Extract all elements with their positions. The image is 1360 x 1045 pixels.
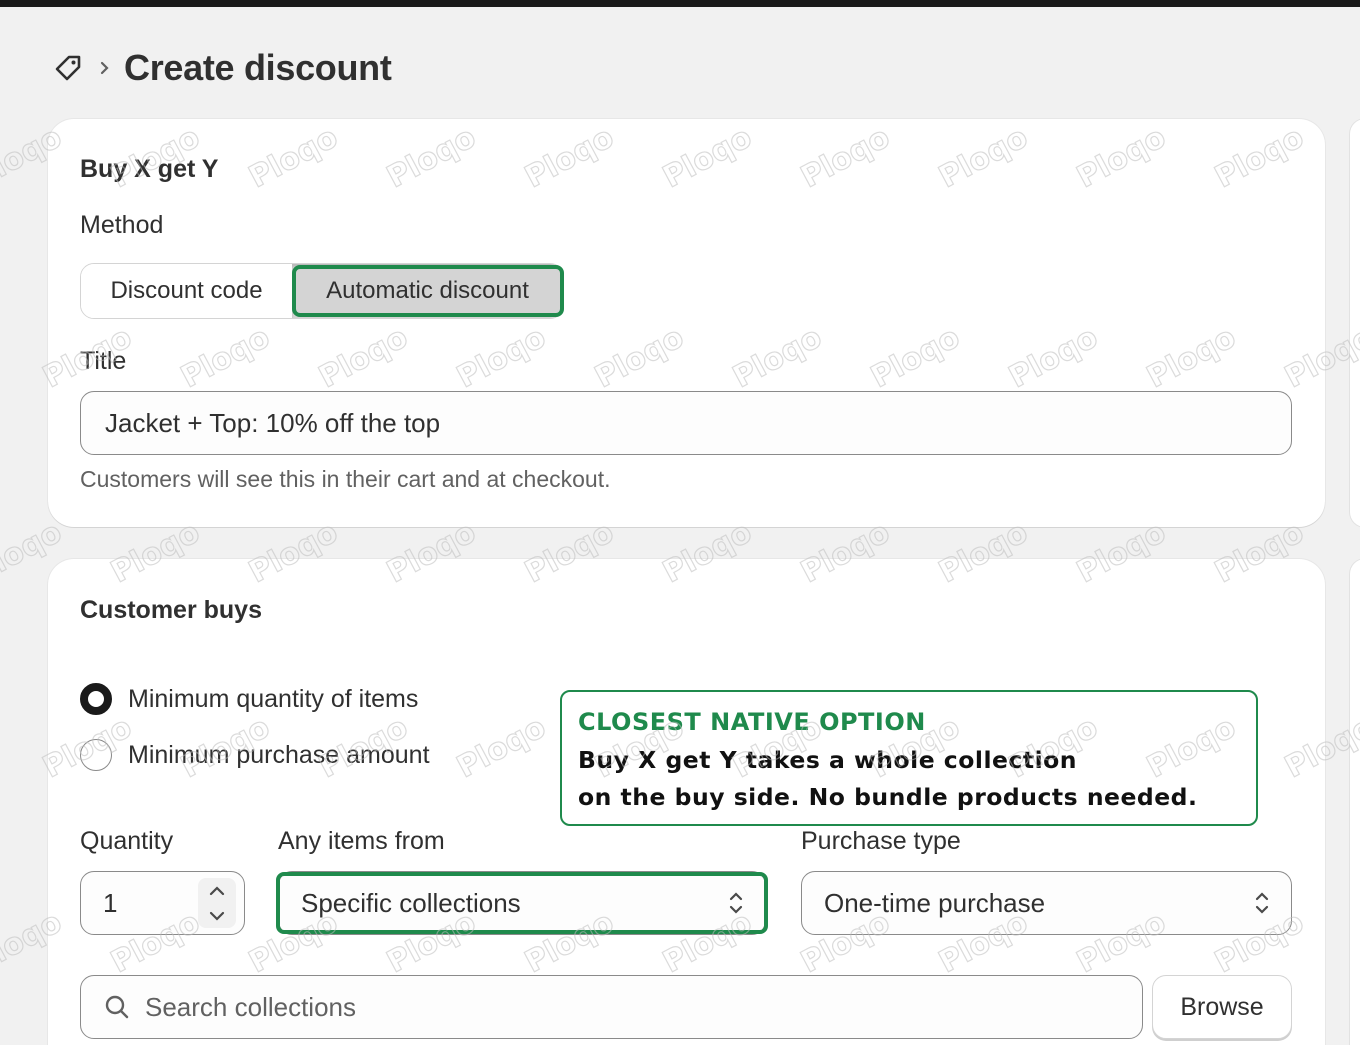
search-placeholder: Search collections [145, 991, 356, 1022]
stepper-controls [198, 878, 236, 928]
page-title: Create discount [124, 47, 392, 88]
adjacent-card [1350, 559, 1360, 1045]
callout-body: Buy X get Y takes a whole collection on … [578, 742, 1240, 816]
automatic-discount-option[interactable]: Automatic discount [292, 264, 563, 318]
items-from-select[interactable]: Specific collections [278, 871, 766, 935]
radio-button[interactable] [80, 739, 112, 771]
callout-line: on the buy side. No bundle products need… [578, 783, 1198, 811]
radio-button-checked[interactable] [80, 683, 112, 715]
select-chevron-icon [729, 892, 743, 914]
top-bar [0, 0, 1360, 7]
title-input[interactable]: Jacket + Top: 10% off the top [80, 391, 1292, 455]
purchase-type-value: One-time purchase [824, 887, 1046, 918]
discount-code-option[interactable]: Discount code [81, 264, 292, 318]
title-input-value: Jacket + Top: 10% off the top [105, 407, 441, 438]
chevron-down-icon[interactable] [208, 910, 226, 922]
search-collections-input[interactable]: Search collections [80, 975, 1143, 1039]
select-chevron-icon [1255, 892, 1269, 914]
radio-label: Minimum purchase amount [128, 740, 430, 769]
callout-line: Buy X get Y takes a whole collection [578, 746, 1078, 774]
title-label: Title [80, 347, 127, 375]
page-header: Create discount [52, 47, 392, 88]
card-title: Customer buys [80, 596, 262, 624]
title-help-text: Customers will see this in their cart an… [80, 466, 611, 492]
tag-icon[interactable] [52, 52, 84, 84]
browse-button[interactable]: Browse [1152, 975, 1292, 1039]
quantity-label: Quantity [80, 827, 174, 855]
quantity-stepper[interactable]: 1 [80, 871, 245, 935]
purchase-type-select[interactable]: One-time purchase [801, 871, 1292, 935]
radio-min-purchase[interactable]: Minimum purchase amount [80, 739, 430, 771]
annotation-callout: CLOSEST NATIVE OPTION Buy X get Y takes … [560, 690, 1258, 826]
chevron-right-icon [98, 58, 114, 78]
items-from-value: Specific collections [301, 887, 521, 918]
adjacent-card [1350, 119, 1360, 527]
method-segmented-control: Discount code Automatic discount [80, 263, 564, 319]
quantity-value: 1 [103, 887, 118, 918]
chevron-up-icon[interactable] [208, 885, 226, 897]
search-icon [105, 995, 129, 1019]
method-label: Method [80, 211, 164, 239]
radio-min-quantity[interactable]: Minimum quantity of items [80, 683, 418, 715]
callout-title: CLOSEST NATIVE OPTION [578, 708, 926, 736]
customer-buys-card: Customer buys Minimum quantity of items … [48, 559, 1325, 1045]
card-title: Buy X get Y [80, 155, 219, 183]
radio-label: Minimum quantity of items [128, 684, 419, 713]
buy-x-get-y-card: Buy X get Y Method Discount code Automat… [48, 119, 1325, 527]
purchase-type-label: Purchase type [801, 827, 961, 855]
items-from-label: Any items from [278, 827, 445, 855]
